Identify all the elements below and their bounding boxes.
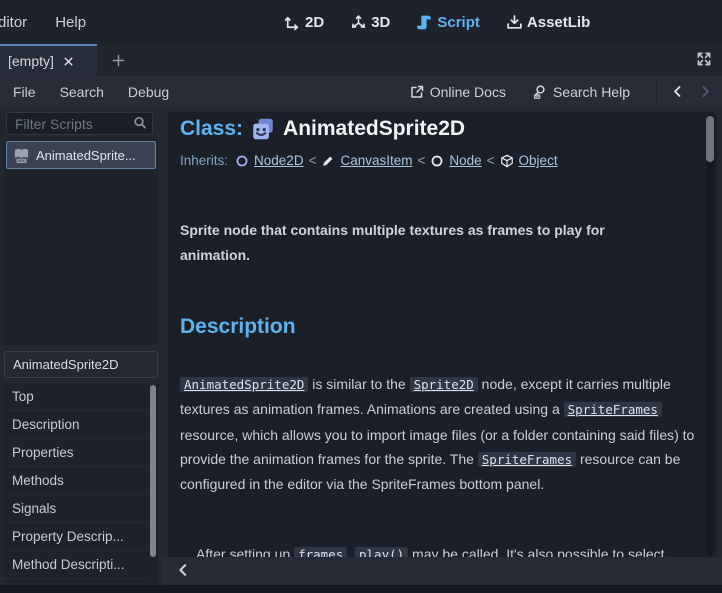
inherits-separator: < — [309, 153, 317, 168]
window-bottom-edge — [0, 585, 722, 593]
svg-text:DOC: DOC — [17, 159, 25, 163]
search-icon — [132, 115, 148, 131]
paragraph-text: , — [347, 546, 355, 557]
class-reference-panel: Class: AnimatedSprite2D Inherits: Node2D… — [168, 112, 717, 557]
external-link-icon — [409, 84, 425, 100]
toolbar-divider — [656, 76, 657, 107]
section-item-signals[interactable]: Signals — [4, 495, 146, 523]
main-screen-button-assetlib[interactable]: AssetLib — [500, 10, 596, 35]
class-link[interactable]: Node2D — [254, 153, 304, 168]
filter-scripts-input[interactable] — [6, 112, 153, 135]
inherits-node[interactable]: Node — [430, 153, 481, 168]
script-icon — [416, 14, 433, 31]
online-docs-label: Online Docs — [430, 84, 506, 100]
node2d-icon — [235, 154, 249, 168]
class-keyword: Class: — [180, 117, 243, 141]
clipped-paragraph: After setting up frames, play() may be c… — [196, 542, 665, 557]
button-label: 2D — [305, 14, 324, 31]
menu-help[interactable]: Help — [55, 14, 86, 31]
paragraph-text: is similar to the — [308, 376, 409, 392]
doc-sections-list: TopDescriptionPropertiesMethodsSignalsPr… — [4, 383, 158, 583]
distraction-free-icon[interactable] — [695, 50, 715, 70]
collapse-panel-icon[interactable] — [176, 563, 192, 579]
tab-label: [empty] — [8, 53, 54, 69]
main-screen-button-3d[interactable]: 3D — [344, 10, 396, 35]
script-list-item[interactable]: DOC AnimatedSprite... — [6, 141, 156, 169]
menu-debug[interactable]: Debug — [128, 84, 169, 100]
main-menu: ditor Help — [0, 0, 86, 44]
object-icon — [500, 154, 514, 168]
inherits-object[interactable]: Object — [500, 153, 558, 168]
class-link[interactable]: Object — [519, 153, 558, 168]
class-link[interactable]: CanvasItem — [340, 153, 412, 168]
main-screen-button-2d[interactable]: 2D — [278, 10, 330, 35]
online-docs-button[interactable]: Online Docs — [409, 84, 506, 100]
sections-scrollbar[interactable] — [150, 385, 156, 557]
add-tab-button[interactable] — [106, 48, 130, 72]
description-heading: Description — [180, 315, 296, 339]
section-item-description[interactable]: Description — [4, 411, 146, 439]
inherits-separator: < — [487, 153, 495, 168]
script-list: DOC AnimatedSprite... — [4, 139, 158, 345]
script-editor-menu-bar: File Search Debug Online Docs DOC — [0, 76, 722, 107]
section-item-methods[interactable]: Methods — [4, 467, 146, 495]
tab-empty[interactable]: [empty] — [0, 44, 97, 76]
inherits-node2d[interactable]: Node2D — [235, 153, 304, 168]
inherits-row: Inherits: Node2D < CanvasItem < Node < Object — [180, 153, 558, 168]
menu-search[interactable]: Search — [60, 84, 104, 100]
code-link[interactable]: AnimatedSprite2D — [180, 377, 308, 392]
inherits-label: Inherits: — [180, 153, 228, 168]
class-link[interactable]: Node — [449, 153, 481, 168]
main-screen-button-script[interactable]: Script — [410, 10, 486, 35]
description-paragraph: AnimatedSprite2D is similar to the Sprit… — [180, 372, 696, 496]
paragraph-text: After setting up — [196, 546, 294, 557]
search-doc-icon: DOC — [532, 84, 548, 100]
menu-file[interactable]: File — [13, 84, 36, 100]
node-icon — [430, 154, 444, 168]
button-label: 3D — [371, 14, 390, 31]
filter-scripts-field — [6, 112, 153, 135]
section-item-properties[interactable]: Properties — [4, 439, 146, 467]
paragraph-text: may be called. It's also possible to sel… — [408, 546, 664, 557]
svg-text:DOC: DOC — [533, 95, 541, 99]
bottom-panel-bar — [162, 557, 722, 585]
member-filter-value: AnimatedSprite2D — [13, 357, 119, 372]
brief-description: Sprite node that contains multiple textu… — [180, 218, 662, 268]
main-screen-switcher: 2D 3D Script AssetLib — [278, 0, 596, 44]
doc-scrollbar-thumb[interactable] — [706, 116, 714, 162]
doc-scrollbar-track[interactable] — [706, 114, 714, 555]
close-icon[interactable] — [62, 55, 75, 68]
button-label: Script — [437, 14, 480, 31]
search-help-label: Search Help — [553, 84, 630, 100]
editor-top-bar: ditor Help 2D 3D Script AssetLib — [0, 0, 722, 44]
canvasitem-icon — [321, 154, 335, 168]
script-tab-bar: [empty] — [0, 44, 722, 76]
axis-2d-icon — [284, 14, 301, 31]
code-link[interactable]: play() — [355, 547, 408, 557]
axis-3d-icon — [350, 14, 367, 31]
class-header: Class: AnimatedSprite2D — [180, 116, 465, 142]
class-name: AnimatedSprite2D — [283, 117, 465, 141]
code-link[interactable]: SpriteFrames — [564, 402, 662, 417]
section-item-method-descripti[interactable]: Method Descripti... — [4, 551, 146, 579]
inherits-canvasitem[interactable]: CanvasItem — [321, 153, 412, 168]
code-link[interactable]: frames — [294, 547, 347, 557]
script-label: AnimatedSprite... — [36, 148, 136, 163]
code-link[interactable]: SpriteFrames — [478, 452, 576, 467]
section-item-top[interactable]: Top — [4, 383, 146, 411]
doc-book-icon: DOC — [13, 147, 30, 164]
button-label: AssetLib — [527, 14, 590, 31]
menu-editor[interactable]: ditor — [0, 14, 27, 31]
history-back-icon[interactable] — [666, 81, 688, 103]
godot-editor-window: ditor Help 2D 3D Script AssetLib [empty] Fi… — [0, 0, 722, 593]
search-help-button[interactable]: DOC Search Help — [532, 84, 630, 100]
inherits-separator: < — [417, 153, 425, 168]
animatedsprite2d-icon — [250, 116, 276, 142]
assetlib-icon — [506, 14, 523, 31]
member-filter-field[interactable]: AnimatedSprite2D — [4, 351, 158, 378]
code-link[interactable]: Sprite2D — [410, 377, 478, 392]
history-forward-icon[interactable] — [694, 81, 716, 103]
section-item-property-descrip[interactable]: Property Descrip... — [4, 523, 146, 551]
